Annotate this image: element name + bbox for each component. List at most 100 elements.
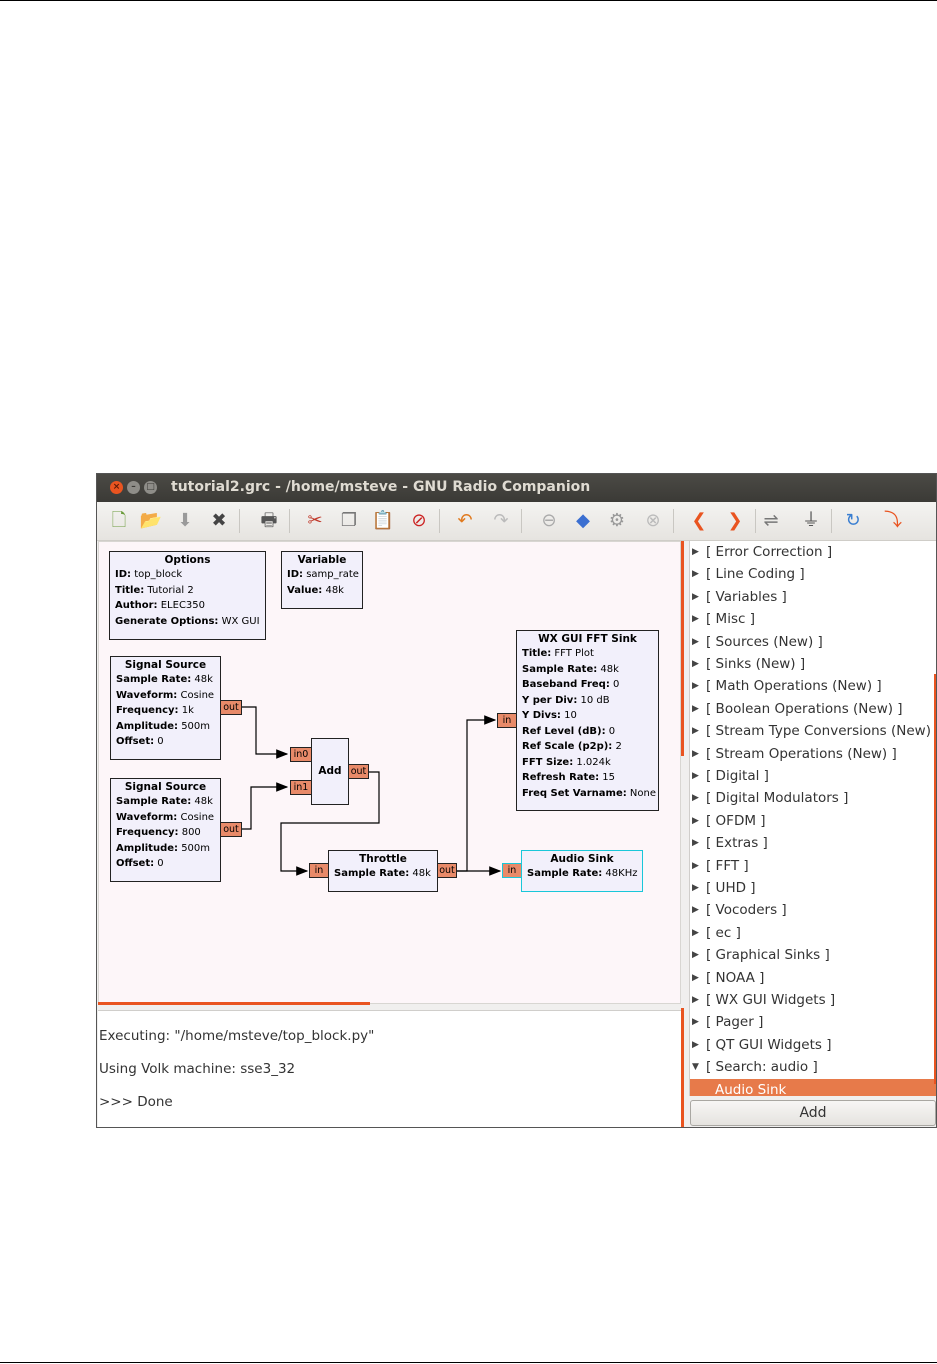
- tree-category[interactable]: ▶ [ QT GUI Widgets ]: [690, 1034, 936, 1056]
- delete-icon[interactable]: ⊘: [407, 509, 431, 533]
- minimize-window-button[interactable]: –: [127, 481, 140, 494]
- collapsed-arrow-icon[interactable]: ▶: [692, 810, 699, 832]
- tree-category[interactable]: ▶ [ Sinks (New) ]: [690, 653, 936, 675]
- disable-icon[interactable]: ⊖: [537, 509, 561, 533]
- collapsed-arrow-icon[interactable]: ▶: [692, 922, 699, 944]
- wx-gui-fft-sink-block[interactable]: WX GUI FFT Sink Title: FFT Plot Sample Ra…: [516, 630, 659, 811]
- add-in0-port[interactable]: in0: [290, 747, 312, 762]
- paste-icon[interactable]: 📋: [371, 509, 395, 533]
- tree-item-audio-sink[interactable]: Audio Sink: [690, 1078, 936, 1096]
- close-file-icon[interactable]: ✖: [207, 509, 231, 533]
- collapsed-arrow-icon[interactable]: ▶: [692, 989, 699, 1011]
- tree-category[interactable]: ▶ [ Line Coding ]: [690, 563, 936, 585]
- canvas-vertical-scrollbar[interactable]: [681, 541, 684, 756]
- copy-icon[interactable]: ❐: [337, 509, 361, 533]
- add-in1-port[interactable]: in1: [290, 780, 312, 795]
- audio-sink-block[interactable]: Audio Sink Sample Rate: 48KHz: [521, 850, 643, 892]
- find-icon[interactable]: ⤵: [881, 509, 905, 533]
- collapsed-arrow-icon[interactable]: ▶: [692, 675, 699, 697]
- collapsed-arrow-icon[interactable]: ▶: [692, 563, 699, 585]
- collapsed-arrow-icon[interactable]: ▶: [692, 653, 699, 675]
- add-block-button[interactable]: Add: [690, 1100, 936, 1126]
- window-title: tutorial2.grc - /home/msteve - GNU Radio…: [171, 479, 591, 495]
- cut-icon[interactable]: ✂: [303, 509, 327, 533]
- collapsed-arrow-icon[interactable]: ▶: [692, 877, 699, 899]
- block-param: Y per Div: 10 dB: [522, 693, 653, 709]
- generate-icon[interactable]: ◆: [571, 509, 595, 533]
- tree-category[interactable]: ▶ [ Variables ]: [690, 586, 936, 608]
- throttle-block[interactable]: Throttle Sample Rate: 48k: [328, 850, 438, 892]
- rotate-left-icon[interactable]: ❮: [687, 509, 711, 533]
- collapsed-arrow-icon[interactable]: ▶: [692, 698, 699, 720]
- tree-category[interactable]: ▶ [ UHD ]: [690, 877, 936, 899]
- add-out-port[interactable]: out: [348, 764, 369, 779]
- enable-icon[interactable]: ⇌: [759, 509, 783, 533]
- tree-category[interactable]: ▶ [ OFDM ]: [690, 810, 936, 832]
- maximize-window-button[interactable]: □: [144, 481, 157, 494]
- audio-sink-in-port[interactable]: in: [502, 863, 522, 878]
- collapsed-arrow-icon[interactable]: ▶: [692, 855, 699, 877]
- tree-category[interactable]: ▶ [ WX GUI Widgets ]: [690, 989, 936, 1011]
- add-block[interactable]: Add: [311, 738, 349, 805]
- block-library-tree[interactable]: ▶ [ Error Correction ] ▶ [ Line Coding ] ▶ [ …: [689, 541, 936, 1096]
- bypass-icon[interactable]: ⏚: [799, 509, 823, 533]
- collapsed-arrow-icon[interactable]: ▶: [692, 1011, 699, 1033]
- collapsed-arrow-icon[interactable]: ▶: [692, 787, 699, 809]
- tree-category[interactable]: ▶ [ Stream Operations (New) ]: [690, 743, 936, 765]
- tree-category[interactable]: ▶ [ Pager ]: [690, 1011, 936, 1033]
- console-vertical-scrollbar[interactable]: [681, 1008, 684, 1127]
- tree-category[interactable]: ▶ [ ec ]: [690, 922, 936, 944]
- rotate-right-icon[interactable]: ❯: [723, 509, 747, 533]
- collapsed-arrow-icon[interactable]: ▶: [692, 944, 699, 966]
- signal-source-2-out-port[interactable]: out: [220, 822, 242, 837]
- collapsed-arrow-icon[interactable]: ▶: [692, 743, 699, 765]
- tree-category[interactable]: ▶ [ Error Correction ]: [690, 541, 936, 563]
- close-window-button[interactable]: ×: [110, 481, 123, 494]
- tree-category[interactable]: ▶ [ Extras ]: [690, 832, 936, 854]
- redo-icon[interactable]: ↷: [489, 509, 513, 533]
- fft-sink-in-port[interactable]: in: [497, 713, 517, 728]
- options-block[interactable]: Options ID: top_block Title: Tutorial 2 Au…: [109, 551, 266, 640]
- expanded-arrow-icon[interactable]: ▼: [692, 1056, 699, 1078]
- open-icon[interactable]: 📂: [139, 509, 163, 533]
- collapsed-arrow-icon[interactable]: ▶: [692, 1034, 699, 1056]
- print-icon[interactable]: 🖶: [257, 509, 281, 533]
- reload-icon[interactable]: ↻: [841, 509, 865, 533]
- collapsed-arrow-icon[interactable]: ▶: [692, 541, 699, 563]
- tree-category[interactable]: ▶ [ Math Operations (New) ]: [690, 675, 936, 697]
- collapsed-arrow-icon[interactable]: ▶: [692, 832, 699, 854]
- tree-category[interactable]: ▶ [ Sources (New) ]: [690, 631, 936, 653]
- collapsed-arrow-icon[interactable]: ▶: [692, 720, 699, 742]
- variable-block[interactable]: Variable ID: samp_rate Value: 48k: [281, 551, 363, 609]
- collapsed-arrow-icon[interactable]: ▶: [692, 631, 699, 653]
- title-bar[interactable]: × – □ tutorial2.grc - /home/msteve - GNU…: [97, 474, 936, 502]
- collapsed-arrow-icon[interactable]: ▶: [692, 899, 699, 921]
- flowgraph-canvas[interactable]: Options ID: top_block Title: Tutorial 2 Au…: [98, 541, 681, 1004]
- tree-category[interactable]: ▶ [ Misc ]: [690, 608, 936, 630]
- tree-category[interactable]: ▶ [ Graphical Sinks ]: [690, 944, 936, 966]
- tree-category[interactable]: ▶ [ Digital ]: [690, 765, 936, 787]
- tree-category[interactable]: ▼ [ Search: audio ]: [690, 1056, 936, 1078]
- collapsed-arrow-icon[interactable]: ▶: [692, 765, 699, 787]
- signal-source-1-out-port[interactable]: out: [220, 700, 242, 715]
- tree-category[interactable]: ▶ [ NOAA ]: [690, 967, 936, 989]
- param-value: 48KHz: [602, 868, 638, 879]
- tree-category[interactable]: ▶ [ Boolean Operations (New) ]: [690, 698, 936, 720]
- execute-icon[interactable]: ⚙: [605, 509, 629, 533]
- kill-icon[interactable]: ⊗: [641, 509, 665, 533]
- collapsed-arrow-icon[interactable]: ▶: [692, 586, 699, 608]
- tree-category[interactable]: ▶ [ Stream Type Conversions (New) ]: [690, 720, 936, 742]
- new-icon[interactable]: 🗋: [107, 509, 131, 533]
- tree-category[interactable]: ▶ [ Vocoders ]: [690, 899, 936, 921]
- throttle-out-port[interactable]: out: [437, 863, 457, 878]
- collapsed-arrow-icon[interactable]: ▶: [692, 608, 699, 630]
- tree-category[interactable]: ▶ [ FFT ]: [690, 855, 936, 877]
- signal-source-block-1[interactable]: Signal Source Sample Rate: 48k Waveform: …: [110, 656, 221, 760]
- save-icon[interactable]: ⬇: [173, 509, 197, 533]
- signal-source-block-2[interactable]: Signal Source Sample Rate: 48k Waveform: …: [110, 778, 221, 882]
- canvas-scrollbar-indicator[interactable]: [98, 1002, 370, 1005]
- undo-icon[interactable]: ↶: [453, 509, 477, 533]
- throttle-in-port[interactable]: in: [309, 863, 329, 878]
- collapsed-arrow-icon[interactable]: ▶: [692, 967, 699, 989]
- tree-category[interactable]: ▶ [ Digital Modulators ]: [690, 787, 936, 809]
